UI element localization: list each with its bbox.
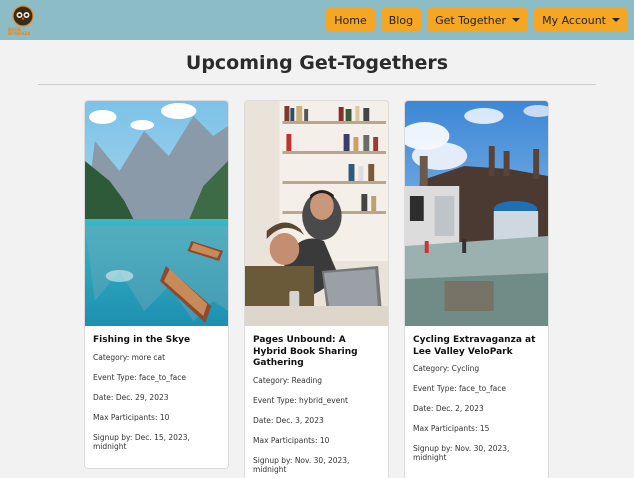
blog-button[interactable]: Blog — [380, 8, 422, 32]
logo-text: BOOK BONANZA — [8, 26, 31, 36]
owl-logo-icon — [12, 4, 34, 27]
nav-buttons: Home Blog Get Together My Account — [326, 8, 628, 32]
card-category: Category: more cat — [93, 352, 166, 362]
card-category: Category: Reading — [253, 376, 323, 386]
blog-label: Blog — [388, 13, 414, 27]
get-together-label: Get Together — [435, 13, 507, 27]
home-button[interactable]: Home — [326, 8, 375, 32]
book-sharing-image — [245, 101, 388, 326]
chevron-down-icon — [612, 18, 620, 22]
card-date: Date: Dec. 2, 2023 — [413, 404, 484, 414]
card-max-participants: Max Participants: 10 — [253, 436, 330, 446]
card-max-participants: Max Participants: 10 — [93, 412, 170, 422]
chevron-down-icon — [512, 18, 521, 22]
card-signup-by: Signup by: Nov. 30, 2023, midnight — [413, 444, 510, 463]
card-date: Date: Dec. 29, 2023 — [93, 392, 169, 402]
title-divider — [38, 84, 596, 85]
card-body: Fishing in the Skye Category: more cat E… — [85, 326, 228, 468]
card-signup-by: Signup by: Nov. 30, 2023, midnight — [253, 456, 350, 475]
my-account-dropdown[interactable]: My Account — [534, 8, 628, 32]
card-body: Cycling Extravaganza at Lee Valley VeloP… — [405, 326, 548, 478]
event-card[interactable]: Cycling Extravaganza at Lee Valley VeloP… — [404, 100, 549, 478]
event-card[interactable]: Fishing in the Skye Category: more cat E… — [84, 100, 229, 469]
my-account-label: My Account — [542, 13, 606, 27]
card-title[interactable]: Fishing in the Skye — [93, 335, 220, 347]
home-label: Home — [334, 13, 367, 27]
lake-mountain-image — [85, 101, 228, 326]
card-title[interactable]: Pages Unbound: A Hybrid Book Sharing Gat… — [253, 335, 380, 370]
event-card[interactable]: Pages Unbound: A Hybrid Book Sharing Gat… — [244, 100, 389, 478]
page-title: Upcoming Get-Togethers — [185, 52, 449, 74]
card-event-type: Event Type: face_to_face — [93, 372, 186, 382]
card-max-participants: Max Participants: 15 — [413, 424, 490, 434]
card-body: Pages Unbound: A Hybrid Book Sharing Gat… — [245, 326, 388, 478]
velopark-image — [405, 101, 548, 326]
get-together-dropdown[interactable]: Get Together — [427, 8, 529, 32]
card-title[interactable]: Cycling Extravaganza at Lee Valley VeloP… — [413, 335, 540, 358]
card-event-type: Event Type: hybrid_event — [253, 396, 348, 406]
card-date: Date: Dec. 3, 2023 — [253, 416, 324, 426]
card-category: Category: Cycling — [413, 364, 480, 374]
site-logo[interactable]: BOOK BONANZA — [8, 4, 38, 36]
navbar: BOOK BONANZA Home Blog Get Together My A… — [0, 0, 634, 40]
card-signup-by: Signup by: Dec. 15, 2023, midnight — [93, 432, 190, 451]
card-event-type: Event Type: face_to_face — [413, 384, 506, 394]
